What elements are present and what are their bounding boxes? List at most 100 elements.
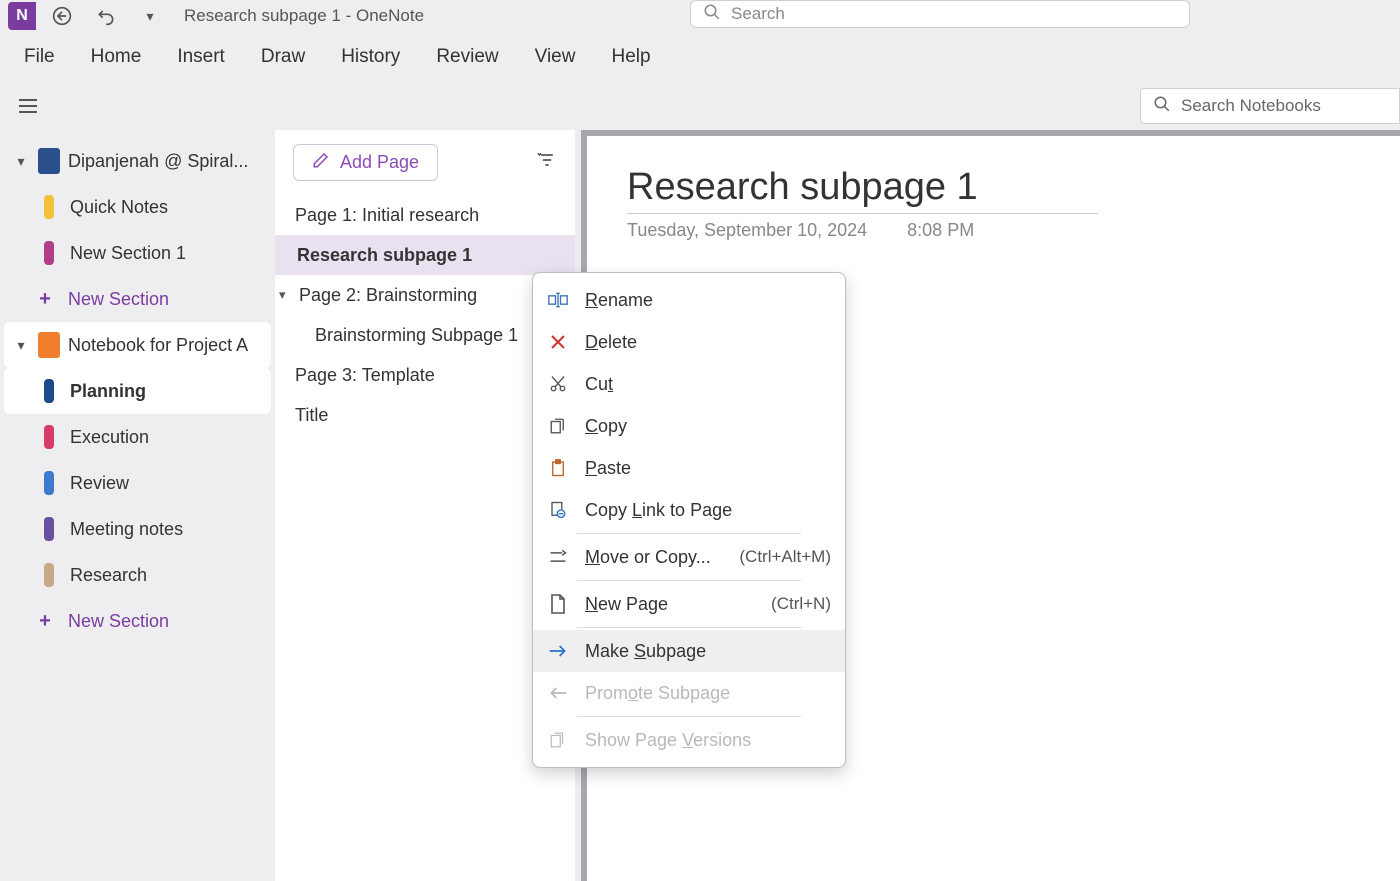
sort-button[interactable]	[537, 150, 557, 176]
ribbon-help[interactable]: Help	[611, 46, 650, 68]
plus-icon: +	[36, 610, 54, 633]
section-color-tab	[44, 379, 54, 403]
notebook-label: Notebook for Project A	[68, 335, 248, 356]
menu-show-versions: Show Page Versions	[533, 719, 845, 761]
menu-copy-link[interactable]: Copy Link to Page	[533, 489, 845, 531]
menu-paste[interactable]: Paste	[533, 447, 845, 489]
ribbon-home[interactable]: Home	[91, 46, 142, 68]
sidebar: ▾ Dipanjenah @ Spiral... Quick Notes New…	[0, 130, 275, 881]
section-new-section-1[interactable]: New Section 1	[4, 230, 271, 276]
page-row[interactable]: Page 3: Template	[275, 355, 575, 395]
page-title[interactable]: Research subpage 1	[627, 166, 1098, 214]
menu-rename[interactable]: Rename	[533, 279, 845, 321]
back-button[interactable]	[44, 2, 80, 30]
notebook-row-1[interactable]: ▾ Dipanjenah @ Spiral...	[4, 138, 271, 184]
ribbon-view[interactable]: View	[535, 46, 576, 68]
page-label: Title	[295, 405, 328, 426]
section-review[interactable]: Review	[4, 460, 271, 506]
notebook-icon	[38, 148, 60, 174]
search-notebooks-placeholder: Search Notebooks	[1181, 96, 1321, 116]
menu-promote-subpage: Promote Subpage	[533, 672, 845, 714]
menu-label: Cut	[585, 374, 613, 395]
ribbon-draw[interactable]: Draw	[261, 46, 305, 68]
arrow-left-icon	[547, 682, 569, 704]
search-icon	[1153, 95, 1171, 118]
page-label: Research subpage 1	[297, 245, 472, 266]
ribbon-history[interactable]: History	[341, 46, 400, 68]
copy-icon	[547, 415, 569, 437]
section-color-tab	[44, 195, 54, 219]
page-datetime: Tuesday, September 10, 2024 8:08 PM	[627, 220, 1360, 241]
menu-label: Paste	[585, 458, 631, 479]
page-date: Tuesday, September 10, 2024	[627, 220, 867, 241]
toolbar: Search Notebooks	[0, 82, 1400, 130]
search-placeholder: Search	[731, 4, 785, 24]
paste-icon	[547, 457, 569, 479]
menu-copy[interactable]: Copy	[533, 405, 845, 447]
section-color-tab	[44, 517, 54, 541]
add-section-1[interactable]: + New Section	[0, 276, 275, 322]
ribbon-insert[interactable]: Insert	[177, 46, 225, 68]
menu-cut[interactable]: Cut	[533, 363, 845, 405]
section-label: Planning	[70, 381, 146, 402]
menu-label: Copy	[585, 416, 627, 437]
menu-move-copy[interactable]: Move or Copy... (Ctrl+Alt+M)	[533, 536, 845, 578]
menu-label: Promote Subpage	[585, 683, 730, 704]
section-color-tab	[44, 563, 54, 587]
section-label: New Section 1	[70, 243, 186, 264]
edit-icon	[312, 151, 330, 174]
menu-separator	[577, 627, 801, 628]
section-research[interactable]: Research	[4, 552, 271, 598]
notebook-row-2[interactable]: ▾ Notebook for Project A	[4, 322, 271, 368]
menu-new-page[interactable]: New Page (Ctrl+N)	[533, 583, 845, 625]
cut-icon	[547, 373, 569, 395]
add-page-button[interactable]: Add Page	[293, 144, 438, 181]
page-row[interactable]: Title	[275, 395, 575, 435]
menu-label: Copy Link to Page	[585, 500, 732, 521]
menu-label: Make Subpage	[585, 641, 706, 662]
menu-separator	[577, 580, 801, 581]
arrow-right-icon	[547, 640, 569, 662]
menu-label: Move or Copy...	[585, 547, 711, 568]
menu-make-subpage[interactable]: Make Subpage	[533, 630, 845, 672]
ribbon-review[interactable]: Review	[436, 46, 498, 68]
page-row[interactable]: ▾ Page 2: Brainstorming	[275, 275, 575, 315]
pages-pane: Add Page Page 1: Initial research Resear…	[275, 130, 575, 881]
search-main[interactable]: Search	[690, 0, 1190, 28]
undo-button[interactable]	[88, 2, 124, 30]
section-color-tab	[44, 471, 54, 495]
section-quick-notes[interactable]: Quick Notes	[4, 184, 271, 230]
onenote-app-icon: N	[8, 2, 36, 30]
section-label: Execution	[70, 427, 149, 448]
ribbon-file[interactable]: File	[24, 46, 55, 68]
notebook-icon	[38, 332, 60, 358]
section-planning[interactable]: Planning	[4, 368, 271, 414]
page-row-selected[interactable]: Research subpage 1	[275, 235, 575, 275]
menu-delete[interactable]: Delete	[533, 321, 845, 363]
page-label: Page 2: Brainstorming	[299, 285, 477, 306]
section-meeting-notes[interactable]: Meeting notes	[4, 506, 271, 552]
chevron-down-icon[interactable]: ▾	[279, 287, 299, 303]
add-section-label: New Section	[68, 289, 169, 310]
add-section-2[interactable]: + New Section	[0, 598, 275, 644]
rename-icon	[547, 289, 569, 311]
search-icon	[703, 3, 721, 26]
page-icon	[547, 593, 569, 615]
move-icon	[547, 546, 569, 568]
plus-icon: +	[36, 288, 54, 311]
search-notebooks[interactable]: Search Notebooks	[1140, 88, 1400, 124]
section-label: Meeting notes	[70, 519, 183, 540]
add-page-label: Add Page	[340, 152, 419, 173]
page-row-sub[interactable]: Brainstorming Subpage 1	[275, 315, 575, 355]
menu-shortcut: (Ctrl+Alt+M)	[731, 547, 831, 567]
menu-label: Delete	[585, 332, 637, 353]
section-execution[interactable]: Execution	[4, 414, 271, 460]
customize-dropdown[interactable]: ▾	[132, 2, 168, 30]
hamburger-icon[interactable]	[10, 88, 46, 124]
menu-shortcut: (Ctrl+N)	[763, 594, 831, 614]
context-menu: Rename Delete Cut Copy Paste Copy Link t…	[532, 272, 846, 768]
chevron-down-icon: ▾	[12, 153, 30, 170]
section-color-tab	[44, 425, 54, 449]
page-row[interactable]: Page 1: Initial research	[275, 195, 575, 235]
page-time: 8:08 PM	[907, 220, 974, 241]
